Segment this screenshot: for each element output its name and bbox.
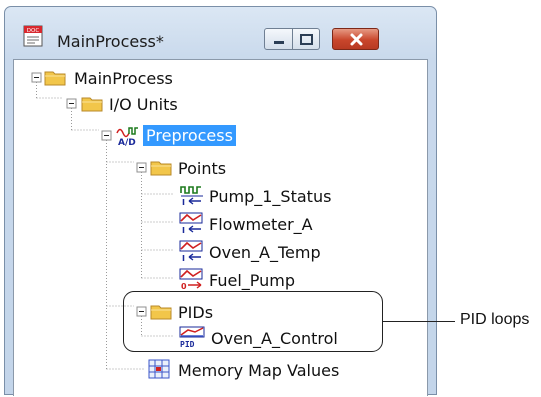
digital-input-icon: I xyxy=(180,186,203,206)
tree-node-label: Oven_A_Temp xyxy=(209,243,321,262)
svg-text:I: I xyxy=(182,226,185,234)
tree-node-point[interactable]: I Pump_1_Status xyxy=(179,184,409,208)
window-title: MainProcess* xyxy=(57,32,164,51)
tree-node-label: Flowmeter_A xyxy=(209,215,313,234)
minimize-icon xyxy=(274,41,284,44)
svg-text:0: 0 xyxy=(181,282,187,290)
doc-icon: DOC xyxy=(23,25,43,47)
folder-icon xyxy=(81,97,103,112)
minimize-button[interactable] xyxy=(264,28,293,50)
tree-node-label: Pump_1_Status xyxy=(209,187,332,206)
tree-node-label: Fuel_Pump xyxy=(209,271,296,290)
tree-node-label: Preprocess xyxy=(143,125,236,146)
tree-node-point[interactable]: I Oven_A_Temp xyxy=(179,240,409,264)
close-icon xyxy=(350,33,363,46)
tree-node-label: Points xyxy=(178,159,227,178)
pid-callout-outline xyxy=(123,291,383,352)
tree-node-label: I/O Units xyxy=(109,95,178,114)
ad-io-unit-icon: A/D xyxy=(116,127,138,147)
svg-text:DOC: DOC xyxy=(27,28,40,34)
svg-text:I: I xyxy=(182,198,185,206)
tree-node-label: Memory Map Values xyxy=(178,361,340,380)
memory-map-icon xyxy=(148,359,170,379)
maximize-icon xyxy=(300,34,313,45)
close-button[interactable] xyxy=(332,28,379,50)
tree-node-point[interactable]: I Flowmeter_A xyxy=(179,212,409,236)
folder-icon xyxy=(150,161,172,176)
title-bar[interactable]: DOC MainProcess* xyxy=(5,7,436,59)
callout-label: PID loops xyxy=(460,311,530,328)
analog-input-icon: I xyxy=(179,212,203,234)
maximize-button[interactable] xyxy=(293,28,320,50)
tree-node-memory-map[interactable]: Memory Map Values xyxy=(148,358,398,382)
analog-input-icon: I xyxy=(179,240,203,262)
tree-node-points[interactable]: Points xyxy=(150,156,350,180)
tree-node-preprocess[interactable]: A/D Preprocess xyxy=(115,124,315,148)
analog-output-icon: 0 xyxy=(179,268,203,290)
folder-icon xyxy=(44,71,66,86)
svg-text:I: I xyxy=(182,254,185,262)
tree-node-label: MainProcess xyxy=(74,69,173,88)
tree-node-io-units[interactable]: I/O Units xyxy=(81,92,281,116)
svg-text:A/D: A/D xyxy=(118,138,136,147)
tree-node-mainprocess[interactable]: MainProcess xyxy=(44,66,244,90)
callout-leader-line xyxy=(383,321,455,323)
tree-node-point[interactable]: 0 Fuel_Pump xyxy=(179,268,409,292)
